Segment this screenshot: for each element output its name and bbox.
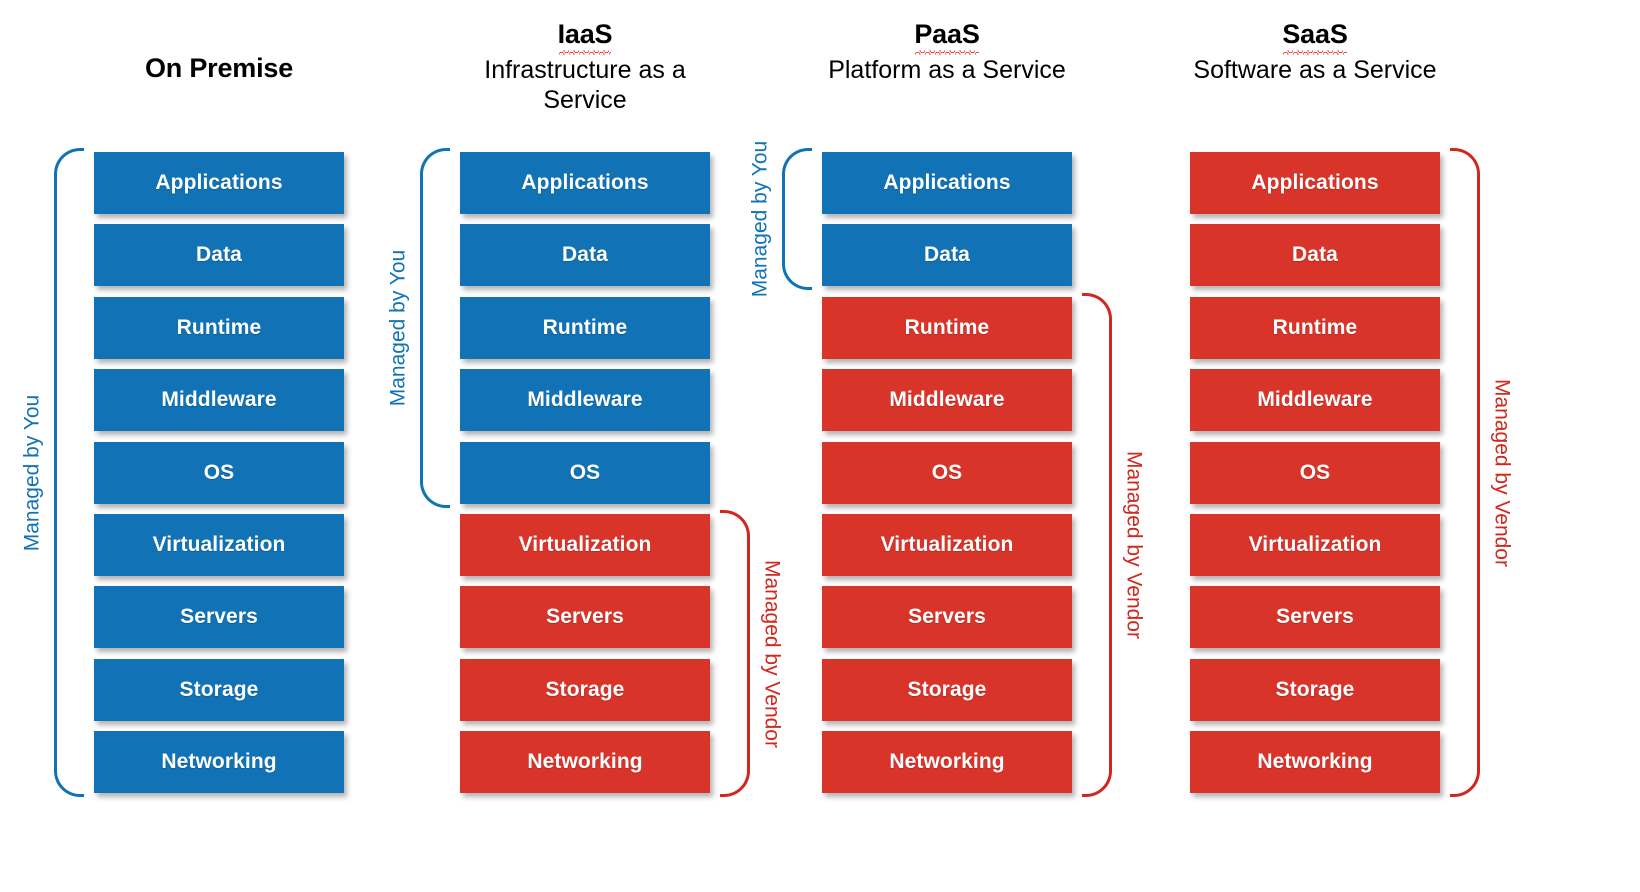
layer-label: Runtime bbox=[904, 316, 990, 339]
layer-label: Middleware bbox=[1257, 388, 1373, 411]
layer-box-saas-virtualization[interactable]: Virtualization bbox=[1190, 514, 1440, 576]
layer-box-paas-data[interactable]: Data bbox=[822, 224, 1072, 286]
column-subtitle-saas: Software as a Service bbox=[1193, 55, 1437, 84]
layer-label: Runtime bbox=[1272, 316, 1358, 339]
layer-box-saas-os[interactable]: OS bbox=[1190, 442, 1440, 504]
layer-box-paas-os[interactable]: OS bbox=[822, 442, 1072, 504]
layer-box-on-premise-data[interactable]: Data bbox=[94, 224, 344, 286]
layer-box-iaas-storage[interactable]: Storage bbox=[460, 659, 710, 721]
layer-box-paas-runtime[interactable]: Runtime bbox=[822, 297, 1072, 359]
layer-label: Networking bbox=[161, 750, 277, 773]
bracket-paas-managed-by-vendor bbox=[1082, 293, 1112, 797]
layer-label: Networking bbox=[1257, 750, 1373, 773]
layer-box-paas-networking[interactable]: Networking bbox=[822, 731, 1072, 793]
layer-box-iaas-data[interactable]: Data bbox=[460, 224, 710, 286]
layer-label: Data bbox=[196, 243, 242, 266]
layer-label: Storage bbox=[545, 678, 625, 701]
layer-label: Storage bbox=[179, 678, 259, 701]
layer-box-iaas-applications[interactable]: Applications bbox=[460, 152, 710, 214]
cloud-service-models-diagram: On Premise IaaS Infrastructure as a Servic… bbox=[0, 0, 1640, 892]
layer-box-on-premise-networking[interactable]: Networking bbox=[94, 731, 344, 793]
layer-box-saas-data[interactable]: Data bbox=[1190, 224, 1440, 286]
layer-label: Networking bbox=[889, 750, 1005, 773]
layer-label: OS bbox=[1299, 461, 1331, 484]
column-heading-paas: PaaS Platform as a Service bbox=[762, 18, 1132, 85]
bracket-label-on-premise-managed-by-you: Managed by You bbox=[20, 394, 44, 552]
column-title-on-premise: On Premise bbox=[144, 53, 294, 83]
layer-box-iaas-virtualization[interactable]: Virtualization bbox=[460, 514, 710, 576]
layer-box-on-premise-middleware[interactable]: Middleware bbox=[94, 369, 344, 431]
layer-label: OS bbox=[931, 461, 963, 484]
layer-box-saas-servers[interactable]: Servers bbox=[1190, 586, 1440, 648]
layer-box-iaas-networking[interactable]: Networking bbox=[460, 731, 710, 793]
layer-box-on-premise-runtime[interactable]: Runtime bbox=[94, 297, 344, 359]
layer-box-saas-storage[interactable]: Storage bbox=[1190, 659, 1440, 721]
layer-label: Servers bbox=[1276, 605, 1354, 628]
layer-label: Runtime bbox=[176, 316, 262, 339]
bracket-iaas-managed-by-you bbox=[420, 148, 450, 508]
layer-box-saas-applications[interactable]: Applications bbox=[1190, 152, 1440, 214]
column-heading-saas: SaaS Software as a Service bbox=[1130, 18, 1500, 85]
layer-box-paas-applications[interactable]: Applications bbox=[822, 152, 1072, 214]
column-heading-on-premise: On Premise bbox=[34, 52, 404, 88]
bracket-saas-managed-by-vendor bbox=[1450, 148, 1480, 797]
layer-box-on-premise-servers[interactable]: Servers bbox=[94, 586, 344, 648]
layer-label: Applications bbox=[1251, 171, 1379, 194]
layer-label: Middleware bbox=[161, 388, 277, 411]
layer-label: Runtime bbox=[542, 316, 628, 339]
layer-label: Networking bbox=[527, 750, 643, 773]
bracket-label-paas-managed-by-vendor: Managed by Vendor bbox=[1122, 451, 1146, 639]
column-subtitle-paas: Platform as a Service bbox=[828, 55, 1066, 84]
layer-label: Data bbox=[1292, 243, 1338, 266]
layer-label: Data bbox=[924, 243, 970, 266]
layer-label: Applications bbox=[521, 171, 649, 194]
bracket-paas-managed-by-you bbox=[782, 148, 812, 290]
layer-label: Virtualization bbox=[518, 533, 652, 556]
column-title-iaas: IaaS bbox=[558, 18, 613, 55]
column-title-saas: SaaS bbox=[1282, 18, 1348, 55]
layer-box-paas-storage[interactable]: Storage bbox=[822, 659, 1072, 721]
layer-box-on-premise-storage[interactable]: Storage bbox=[94, 659, 344, 721]
layer-box-on-premise-os[interactable]: OS bbox=[94, 442, 344, 504]
bracket-on-premise-managed-by-you bbox=[54, 148, 84, 797]
layer-label: OS bbox=[569, 461, 601, 484]
bracket-label-iaas-managed-by-vendor: Managed by Vendor bbox=[760, 560, 784, 748]
layer-label: Data bbox=[562, 243, 608, 266]
layer-label: Virtualization bbox=[152, 533, 286, 556]
layer-label: OS bbox=[203, 461, 235, 484]
column-heading-iaas: IaaS Infrastructure as a Service bbox=[400, 18, 770, 116]
layer-box-on-premise-applications[interactable]: Applications bbox=[94, 152, 344, 214]
layer-label: Servers bbox=[908, 605, 986, 628]
layer-label: Middleware bbox=[889, 388, 1005, 411]
layer-box-iaas-runtime[interactable]: Runtime bbox=[460, 297, 710, 359]
layer-label: Servers bbox=[180, 605, 258, 628]
layer-box-iaas-middleware[interactable]: Middleware bbox=[460, 369, 710, 431]
layer-box-paas-virtualization[interactable]: Virtualization bbox=[822, 514, 1072, 576]
layer-label: Storage bbox=[1275, 678, 1355, 701]
layer-box-on-premise-virtualization[interactable]: Virtualization bbox=[94, 514, 344, 576]
layer-label: Applications bbox=[883, 171, 1011, 194]
layer-box-saas-networking[interactable]: Networking bbox=[1190, 731, 1440, 793]
bracket-label-iaas-managed-by-you: Managed by You bbox=[386, 249, 410, 407]
layer-label: Applications bbox=[155, 171, 283, 194]
layer-box-saas-runtime[interactable]: Runtime bbox=[1190, 297, 1440, 359]
layer-label: Storage bbox=[907, 678, 987, 701]
layer-box-iaas-os[interactable]: OS bbox=[460, 442, 710, 504]
layer-box-paas-middleware[interactable]: Middleware bbox=[822, 369, 1072, 431]
layer-label: Servers bbox=[546, 605, 624, 628]
bracket-iaas-managed-by-vendor bbox=[720, 510, 750, 797]
layer-box-iaas-servers[interactable]: Servers bbox=[460, 586, 710, 648]
layer-label: Virtualization bbox=[880, 533, 1014, 556]
layer-box-paas-servers[interactable]: Servers bbox=[822, 586, 1072, 648]
layer-box-saas-middleware[interactable]: Middleware bbox=[1190, 369, 1440, 431]
column-subtitle-iaas: Infrastructure as a Service bbox=[484, 55, 686, 115]
bracket-label-paas-managed-by-you: Managed by You bbox=[748, 140, 772, 298]
bracket-label-saas-managed-by-vendor: Managed by Vendor bbox=[1490, 379, 1514, 567]
column-title-paas: PaaS bbox=[914, 18, 980, 55]
layer-label: Virtualization bbox=[1248, 533, 1382, 556]
layer-label: Middleware bbox=[527, 388, 643, 411]
